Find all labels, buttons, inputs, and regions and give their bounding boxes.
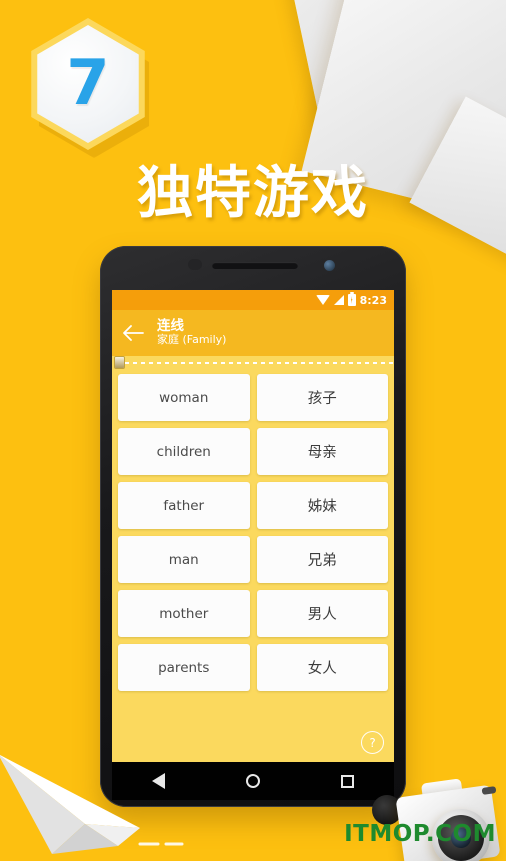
word-card[interactable]: 姊妹 xyxy=(256,482,388,529)
word-card[interactable]: parents xyxy=(118,644,250,691)
progress-dotted-line xyxy=(117,362,394,364)
promo-screenshot: 7 独特游戏 8:23 连线 家庭 (Family) woman 孩子 chil… xyxy=(0,0,506,861)
nav-home-icon[interactable] xyxy=(245,774,260,788)
word-card[interactable]: children xyxy=(118,428,250,475)
front-camera-icon xyxy=(324,260,335,271)
phone-top-bezel xyxy=(100,246,406,290)
progress-marker-icon xyxy=(115,357,124,368)
status-bar-clock: 8:23 xyxy=(359,293,387,307)
paper-plane-decoration xyxy=(0,746,200,861)
earpiece-speaker-icon xyxy=(212,262,298,269)
word-card[interactable]: 孩子 xyxy=(256,374,388,421)
phone-mockup: 8:23 连线 家庭 (Family) woman 孩子 children 母亲… xyxy=(100,246,406,807)
word-card[interactable]: woman xyxy=(118,374,250,421)
app-bar-subtitle: 家庭 (Family) xyxy=(157,333,227,347)
site-watermark: ITMOP.COM xyxy=(344,821,496,847)
app-bar: 连线 家庭 (Family) xyxy=(112,310,394,356)
back-arrow-icon[interactable] xyxy=(121,321,145,345)
signal-icon xyxy=(333,295,344,305)
word-card[interactable]: 女人 xyxy=(256,644,388,691)
badge-number: 7 xyxy=(66,45,110,119)
matching-cards-grid: woman 孩子 children 母亲 father 姊妹 man 兄弟 mo… xyxy=(112,370,394,691)
word-card[interactable]: father xyxy=(118,482,250,529)
word-card[interactable]: 男人 xyxy=(256,590,388,637)
battery-charging-icon xyxy=(347,292,356,306)
word-card[interactable]: mother xyxy=(118,590,250,637)
nav-recents-icon[interactable] xyxy=(340,774,354,788)
page-title: 独特游戏 xyxy=(137,161,369,226)
hexagon-badge: 7 xyxy=(22,18,162,158)
word-card[interactable]: 母亲 xyxy=(256,428,388,475)
word-card[interactable]: man xyxy=(118,536,250,583)
phone-screen: 8:23 连线 家庭 (Family) woman 孩子 children 母亲… xyxy=(112,290,394,762)
camera-decoration xyxy=(372,777,504,861)
word-card[interactable]: 兄弟 xyxy=(256,536,388,583)
camera-shutter-button xyxy=(481,786,497,795)
android-status-bar: 8:23 xyxy=(112,290,394,310)
help-button[interactable]: ? xyxy=(361,731,384,754)
wifi-icon xyxy=(315,295,330,305)
progress-indicator xyxy=(112,356,394,370)
proximity-sensor-icon xyxy=(188,259,202,270)
app-bar-titles: 连线 家庭 (Family) xyxy=(157,318,227,348)
